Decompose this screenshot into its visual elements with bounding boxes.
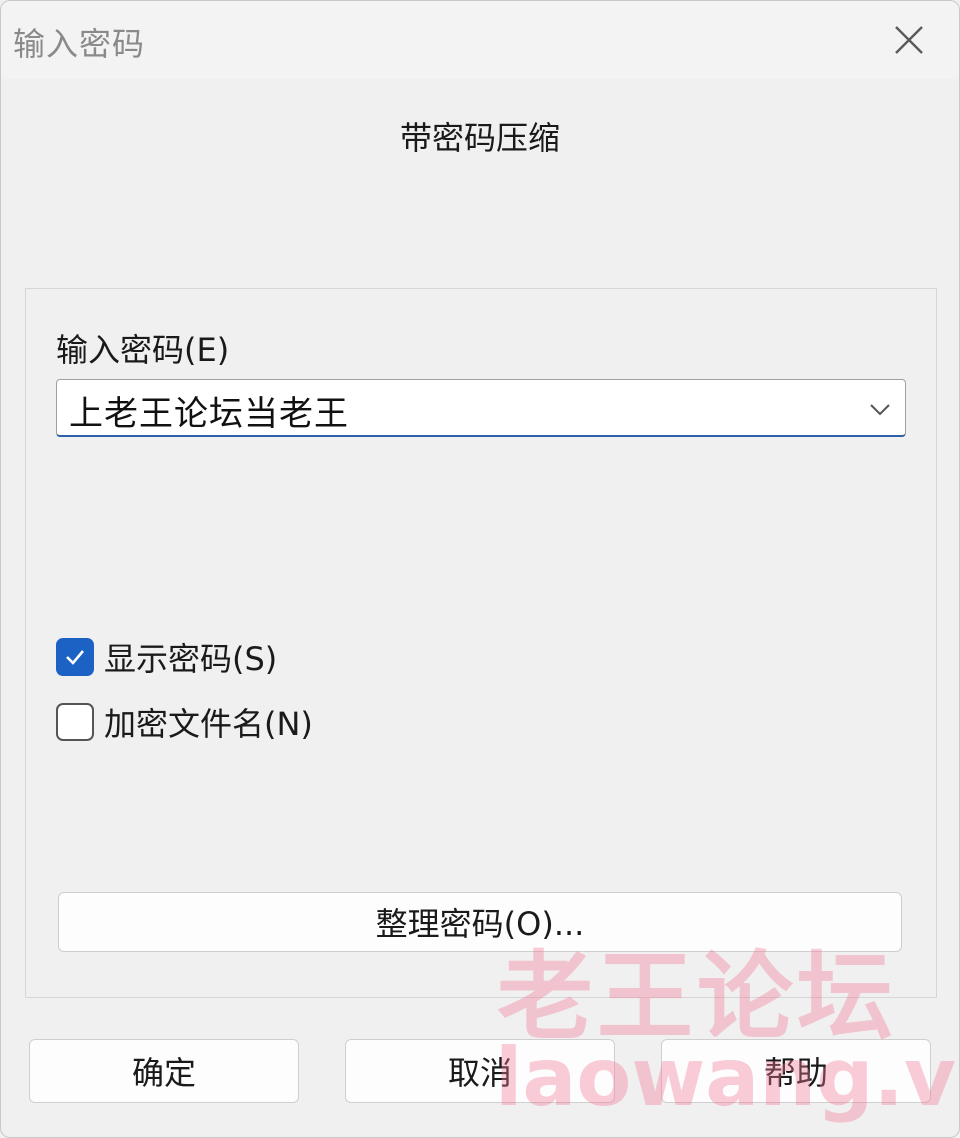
close-button[interactable]	[879, 15, 939, 65]
window-title: 输入密码	[13, 25, 146, 63]
encrypt-filenames-checkbox[interactable]	[56, 703, 94, 741]
encrypt-filenames-option[interactable]: 加密文件名(N)	[56, 699, 313, 745]
password-label: 输入密码(E)	[56, 331, 230, 369]
ok-button[interactable]: 确定	[29, 1039, 299, 1103]
password-dialog: 输入密码 带密码压缩 输入密码(E) 上老王论坛当老王 显示密码(S) 加密文件…	[0, 0, 960, 1138]
password-value[interactable]: 上老王论坛当老王	[69, 386, 349, 435]
close-icon	[895, 26, 923, 54]
encrypt-filenames-label[interactable]: 加密文件名(N)	[104, 699, 313, 745]
organize-passwords-button[interactable]: 整理密码(O)...	[58, 892, 902, 952]
checkmark-icon	[66, 650, 84, 665]
show-password-option[interactable]: 显示密码(S)	[56, 634, 277, 680]
dialog-heading: 带密码压缩	[399, 119, 560, 157]
cancel-button[interactable]: 取消	[345, 1039, 615, 1103]
help-button[interactable]: 帮助	[661, 1039, 931, 1103]
chevron-down-icon[interactable]	[867, 396, 893, 422]
title-bar: 输入密码	[1, 1, 959, 79]
show-password-label[interactable]: 显示密码(S)	[104, 634, 277, 680]
options-panel: 输入密码(E) 上老王论坛当老王 显示密码(S) 加密文件名(N) 整理密码(O…	[25, 288, 937, 998]
password-combobox[interactable]: 上老王论坛当老王	[56, 379, 906, 437]
show-password-checkbox[interactable]	[56, 638, 94, 676]
